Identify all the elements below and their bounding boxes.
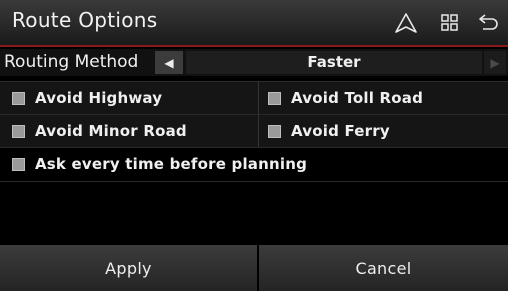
options-row-3: Ask every time before planning: [0, 147, 508, 180]
routing-method-label: Routing Method: [4, 52, 139, 72]
avoid-minor-road-label: Avoid Minor Road: [35, 122, 187, 140]
routing-method-value: Faster: [186, 51, 482, 74]
grid-menu-icon[interactable]: [438, 12, 462, 34]
header-divider: [0, 45, 508, 47]
avoid-ferry-label: Avoid Ferry: [291, 122, 390, 140]
avoid-highway-option[interactable]: Avoid Highway: [12, 82, 162, 114]
avoid-ferry-checkbox[interactable]: [268, 124, 281, 138]
ask-every-time-option[interactable]: Ask every time before planning: [12, 148, 307, 180]
avoid-minor-road-option[interactable]: Avoid Minor Road: [12, 115, 187, 147]
column-divider: [258, 115, 259, 147]
apply-button[interactable]: Apply: [0, 245, 257, 291]
back-icon[interactable]: [477, 12, 501, 34]
left-arrow-icon: ◀: [164, 55, 174, 70]
avoid-highway-label: Avoid Highway: [35, 89, 163, 107]
footer-bar: Apply Cancel: [0, 245, 508, 291]
avoid-toll-road-label: Avoid Toll Road: [291, 89, 424, 107]
routing-prev-button[interactable]: ◀: [155, 51, 183, 74]
cancel-button[interactable]: Cancel: [259, 245, 508, 291]
page-title: Route Options: [12, 8, 158, 32]
navigation-arrow-icon[interactable]: [394, 12, 418, 34]
options-row-2: Avoid Minor Road Avoid Ferry: [0, 114, 508, 147]
avoid-highway-checkbox[interactable]: [12, 91, 25, 105]
ask-every-time-checkbox[interactable]: [12, 157, 25, 171]
options-row-1: Avoid Highway Avoid Toll Road: [0, 81, 508, 114]
avoid-ferry-option[interactable]: Avoid Ferry: [268, 115, 390, 147]
header-bar: Route Options: [0, 0, 508, 45]
right-arrow-icon: ▶: [490, 55, 500, 70]
route-options-screen: Route Options Routing Method ◀ Faster ▶ …: [0, 0, 508, 291]
routing-next-button[interactable]: ▶: [484, 51, 506, 74]
ask-every-time-label: Ask every time before planning: [35, 155, 308, 173]
avoid-toll-road-checkbox[interactable]: [268, 91, 281, 105]
empty-area: [0, 181, 508, 246]
routing-method-row: Routing Method ◀ Faster ▶: [0, 49, 508, 76]
avoid-minor-road-checkbox[interactable]: [12, 124, 25, 138]
avoid-toll-road-option[interactable]: Avoid Toll Road: [268, 82, 423, 114]
column-divider: [258, 82, 259, 114]
